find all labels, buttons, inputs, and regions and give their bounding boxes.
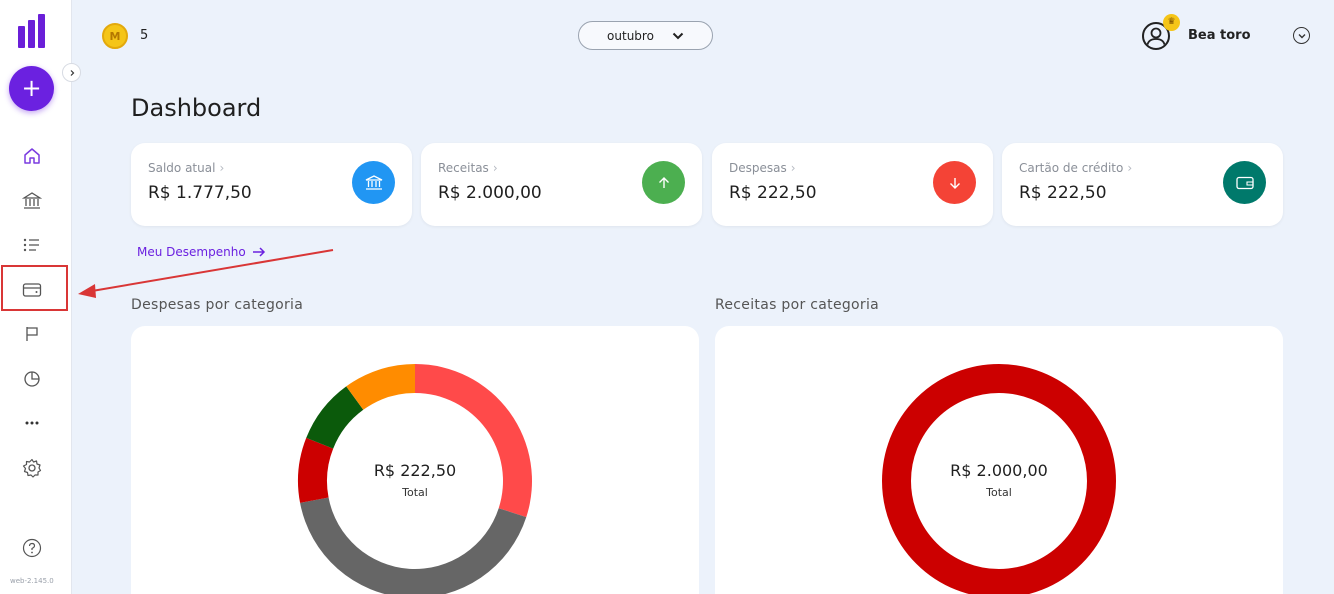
- coin-count: 5: [140, 28, 149, 43]
- highlight-box: [1, 265, 68, 311]
- bank-icon: [352, 161, 395, 204]
- home-icon[interactable]: [20, 144, 44, 168]
- income-chart-panel: R$ 2.000,00 Total: [715, 326, 1283, 594]
- expenses-total-label: Total: [402, 486, 428, 499]
- card-label: Despesas: [729, 161, 787, 175]
- income-section-title: Receitas por categoria: [715, 297, 880, 313]
- crown-icon: ♛: [1163, 14, 1180, 31]
- app-logo[interactable]: [18, 14, 46, 48]
- chevron-right-icon: [70, 69, 74, 76]
- chevron-down-icon: [1298, 33, 1305, 38]
- card-saldo-atual[interactable]: Saldo atual › R$ 1.777,50: [131, 143, 412, 226]
- card-value: R$ 222,50: [729, 183, 817, 203]
- card-value: R$ 222,50: [1019, 183, 1107, 203]
- card-receitas[interactable]: Receitas › R$ 2.000,00: [421, 143, 702, 226]
- card-cartao-de-credito[interactable]: Cartão de crédito › R$ 222,50: [1002, 143, 1283, 226]
- user-name: Bea toro: [1188, 28, 1251, 43]
- card-label: Cartão de crédito: [1019, 161, 1124, 175]
- month-selector[interactable]: outubro: [578, 21, 713, 50]
- performance-link-label: Meu Desempenho: [137, 245, 246, 259]
- chevron-down-icon: [672, 32, 684, 39]
- more-icon[interactable]: [20, 411, 44, 435]
- expenses-section-title: Despesas por categoria: [131, 297, 304, 313]
- coin-icon[interactable]: M: [102, 23, 128, 49]
- card-value: R$ 1.777,50: [148, 183, 252, 203]
- expenses-total-value: R$ 222,50: [373, 461, 457, 480]
- bank-icon[interactable]: [20, 189, 44, 213]
- card-label: Saldo atual: [148, 161, 216, 175]
- user-menu-button[interactable]: [1293, 27, 1310, 44]
- arrow-right-icon: [252, 247, 265, 257]
- income-total-label: Total: [986, 486, 1012, 499]
- page-title: Dashboard: [131, 94, 262, 122]
- income-total-value: R$ 2.000,00: [950, 461, 1048, 480]
- pie-chart-icon[interactable]: [20, 367, 44, 391]
- donut-slice-0[interactable]: [882, 364, 1116, 594]
- card-despesas[interactable]: Despesas › R$ 222,50: [712, 143, 993, 226]
- expenses-chart-panel: R$ 222,50 Total: [131, 326, 699, 594]
- wallet-icon: [1223, 161, 1266, 204]
- add-transaction-button[interactable]: +: [9, 66, 54, 111]
- performance-link[interactable]: Meu Desempenho: [137, 245, 266, 259]
- card-value: R$ 2.000,00: [438, 183, 542, 203]
- help-icon[interactable]: [20, 536, 44, 560]
- version-label: web-2.145.0: [10, 577, 54, 585]
- sidebar: + web-2.145.0: [0, 0, 72, 594]
- arrow-down-icon: [933, 161, 976, 204]
- flag-icon[interactable]: [20, 322, 44, 346]
- list-icon[interactable]: [20, 233, 44, 257]
- card-label: Receitas: [438, 161, 489, 175]
- month-label: outubro: [607, 28, 654, 43]
- arrow-up-icon: [642, 161, 685, 204]
- donut-slice-1[interactable]: [300, 497, 527, 594]
- gear-icon[interactable]: [20, 456, 44, 480]
- expand-sidebar-button[interactable]: [62, 63, 81, 82]
